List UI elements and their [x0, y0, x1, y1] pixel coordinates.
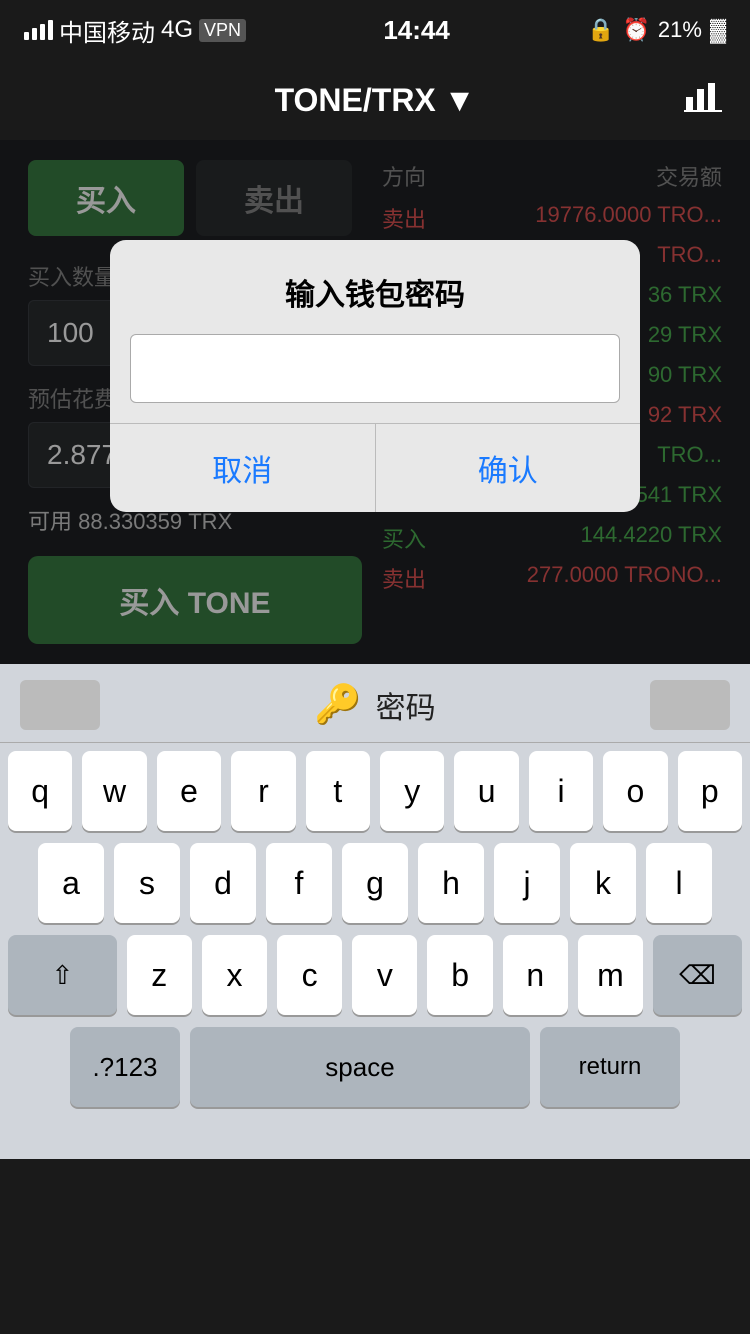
key-h[interactable]: h: [418, 843, 484, 923]
key-q[interactable]: q: [8, 751, 72, 831]
key-n[interactable]: n: [503, 935, 568, 1015]
keyboard-area: 🔑 密码 q w e r t y u i o p a s d f g h j k: [0, 664, 750, 1159]
key-r[interactable]: r: [231, 751, 295, 831]
key-row-1: q w e r t y u i o p: [8, 751, 742, 831]
alarm-icon: ⏰: [623, 17, 650, 43]
keyboard-top-center: 🔑 密码: [314, 683, 435, 727]
backspace-key[interactable]: ⌫: [653, 935, 742, 1015]
key-y[interactable]: y: [380, 751, 444, 831]
keyboard-rows: q w e r t y u i o p a s d f g h j k l ⇧ …: [0, 743, 750, 1107]
status-left: 中国移动 4G VPN: [24, 13, 246, 48]
key-o[interactable]: o: [603, 751, 667, 831]
keyboard-top-label: 密码: [376, 683, 436, 727]
key-z[interactable]: z: [127, 935, 192, 1015]
password-input[interactable]: [130, 334, 620, 403]
keyboard-top-left: [20, 680, 100, 730]
key-p[interactable]: p: [678, 751, 742, 831]
key-s[interactable]: s: [114, 843, 180, 923]
key-e[interactable]: e: [157, 751, 221, 831]
key-b[interactable]: b: [427, 935, 492, 1015]
key-row-4: .?123 space return: [8, 1027, 742, 1107]
battery-icon: ▓: [710, 17, 726, 43]
dropdown-icon: ▼: [444, 82, 476, 119]
dialog-buttons: 取消 确认: [110, 423, 640, 512]
key-c[interactable]: c: [277, 935, 342, 1015]
keyboard-top-bar: 🔑 密码: [0, 680, 750, 743]
symbols-key[interactable]: .?123: [70, 1027, 180, 1107]
key-v[interactable]: v: [352, 935, 417, 1015]
cancel-button[interactable]: 取消: [110, 424, 376, 512]
lock-icon: 🔒: [587, 17, 614, 43]
signal-icon: [24, 20, 53, 40]
key-t[interactable]: t: [306, 751, 370, 831]
key-f[interactable]: f: [266, 843, 332, 923]
network-label: 4G: [161, 16, 193, 44]
key-i[interactable]: i: [529, 751, 593, 831]
key-l[interactable]: l: [646, 843, 712, 923]
key-u[interactable]: u: [454, 751, 518, 831]
status-bar: 中国移动 4G VPN 14:44 🔒 ⏰ 21% ▓: [0, 0, 750, 60]
key-g[interactable]: g: [342, 843, 408, 923]
pair-title: TONE/TRX: [275, 82, 436, 119]
vpn-badge: VPN: [199, 19, 246, 42]
chart-icon[interactable]: [684, 79, 722, 122]
return-key[interactable]: return: [540, 1027, 680, 1107]
status-time: 14:44: [383, 15, 450, 46]
status-right: 🔒 ⏰ 21% ▓: [587, 17, 726, 43]
key-k[interactable]: k: [570, 843, 636, 923]
keyboard-top-right: [650, 680, 730, 730]
keyboard-bottom: [0, 1119, 750, 1159]
space-key[interactable]: space: [190, 1027, 530, 1107]
key-a[interactable]: a: [38, 843, 104, 923]
key-row-2: a s d f g h j k l: [8, 843, 742, 923]
key-m[interactable]: m: [578, 935, 643, 1015]
carrier-label: 中国移动: [59, 13, 155, 48]
key-icon: 🔑: [314, 683, 361, 727]
header: TONE/TRX ▼: [0, 60, 750, 140]
dialog-input-wrap: [130, 334, 620, 403]
header-title[interactable]: TONE/TRX ▼: [275, 82, 476, 119]
key-d[interactable]: d: [190, 843, 256, 923]
key-x[interactable]: x: [202, 935, 267, 1015]
password-dialog: 输入钱包密码 取消 确认: [110, 240, 640, 512]
key-j[interactable]: j: [494, 843, 560, 923]
battery-label: 21%: [658, 17, 702, 43]
key-w[interactable]: w: [82, 751, 146, 831]
dialog-title: 输入钱包密码: [110, 240, 640, 334]
trading-container: 买入 卖出 买入数量 100 预估花费 2.877793 TRX 可用 88.3…: [0, 140, 750, 664]
key-row-3: ⇧ z x c v b n m ⌫: [8, 935, 742, 1015]
shift-key[interactable]: ⇧: [8, 935, 117, 1015]
confirm-button[interactable]: 确认: [376, 424, 641, 512]
